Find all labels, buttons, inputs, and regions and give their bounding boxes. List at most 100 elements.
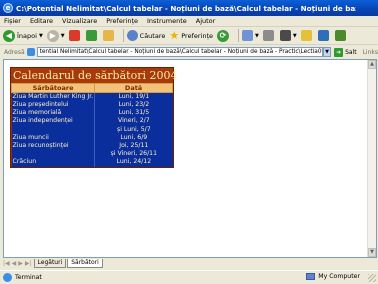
sheet-tab-links[interactable]: Legături xyxy=(33,258,67,268)
back-label: Înapoi xyxy=(17,31,37,40)
address-dropdown[interactable]: ▼ xyxy=(323,47,332,57)
status-text: Terminat xyxy=(15,274,42,281)
research-button[interactable] xyxy=(334,28,348,43)
sheet-tab-bar: |◀ ◀ ▶ ▶| Legături Sărbători xyxy=(3,258,377,268)
scroll-down-button[interactable]: ▼ xyxy=(368,248,376,257)
table-row: Ziua președintelui Luni, 23/2 xyxy=(11,101,173,110)
toolbar: ◀ Înapoi ▼ ▶ ▼ Căutare ★ Preferințe ⟳ ▼ … xyxy=(0,27,378,45)
prev-sheet-icon[interactable]: ◀ xyxy=(12,260,17,267)
search-icon xyxy=(126,30,138,41)
chevron-down-icon: ▼ xyxy=(292,32,297,39)
column-header-date: Dată xyxy=(94,83,173,93)
ie-icon: e xyxy=(3,3,13,13)
first-sheet-icon[interactable]: |◀ xyxy=(3,260,10,267)
table-row: Ziua independenței Vineri, 2/7 xyxy=(11,117,173,126)
menu-help[interactable]: Ajutor xyxy=(196,17,216,25)
table-row: și Luni, 5/7 xyxy=(11,125,173,134)
print-button[interactable] xyxy=(262,28,276,43)
page-content: Calendarul de sărbători 2004 Sărbătoare … xyxy=(3,59,377,258)
go-button[interactable]: ➜ Salt xyxy=(334,47,357,57)
address-label: Adresă xyxy=(4,48,25,56)
menu-view[interactable]: Vizualizare xyxy=(62,17,97,25)
page-done-icon xyxy=(3,273,12,282)
history-button[interactable]: ⟳ xyxy=(217,28,231,43)
search-label: Căutare xyxy=(139,31,166,40)
zone-label: My Computer xyxy=(318,273,360,280)
menu-file[interactable]: Fișier xyxy=(4,17,21,25)
toolbar-separator xyxy=(238,29,240,42)
chevron-down-icon: ▼ xyxy=(255,32,259,39)
table-row: Ziua Martin Luther King Jr. Luni, 19/1 xyxy=(11,92,173,101)
title-bar: e C:\Potential Nelimitat\Calcul tabelar … xyxy=(0,0,378,16)
research-icon xyxy=(334,30,346,41)
holiday-date: Vineri, 2/7 xyxy=(94,117,173,126)
status-bar: Terminat My Computer xyxy=(0,270,378,284)
menu-favorites[interactable]: Preferințe xyxy=(106,17,138,25)
holiday-date: și Luni, 5/7 xyxy=(94,125,173,134)
discuss-button[interactable] xyxy=(300,28,314,43)
holiday-name xyxy=(11,150,95,159)
holiday-date: Luni, 23/2 xyxy=(94,101,173,110)
back-button[interactable]: ◀ Înapoi ▼ xyxy=(3,28,43,43)
sheet-tab-holidays[interactable]: Sărbători xyxy=(67,258,103,268)
address-bar: Adresă tential Nelimitat\Calcul tabelar … xyxy=(0,46,378,58)
window-title: C:\Potential Nelimitat\Calcul tabelar - … xyxy=(16,3,356,13)
vertical-scrollbar[interactable]: ▲ ▼ xyxy=(367,60,376,257)
links-toolbar[interactable]: Links xyxy=(363,49,378,56)
mail-button[interactable]: ▼ xyxy=(242,28,259,43)
history-icon: ⟳ xyxy=(217,29,230,42)
refresh-button[interactable] xyxy=(85,28,99,43)
favorites-button[interactable]: ★ Preferințe xyxy=(169,28,213,43)
holiday-name xyxy=(11,125,95,134)
discuss-icon xyxy=(300,30,312,41)
holiday-date: Joi, 25/11 xyxy=(94,141,173,151)
table-row: Ziua recunoștinței Joi, 25/11 xyxy=(11,141,173,151)
search-button[interactable]: Căutare xyxy=(126,28,166,43)
calendar-table: Sărbătoare Dată Ziua Martin Luther King … xyxy=(10,83,173,167)
table-row: și Vineri, 26/11 xyxy=(11,150,173,159)
holiday-name: Ziua recunoștinței xyxy=(11,141,95,151)
edit-icon xyxy=(279,30,291,41)
table-row: Crăciun Luni, 24/12 xyxy=(11,158,173,167)
print-icon xyxy=(262,30,274,41)
forward-arrow-icon: ▶ xyxy=(46,29,59,42)
go-arrow-icon: ➜ xyxy=(334,47,344,57)
messenger-icon xyxy=(317,30,329,41)
favorites-label: Preferințe xyxy=(181,31,214,40)
holiday-name: Ziua memorială xyxy=(11,109,95,118)
holiday-date: Luni, 31/5 xyxy=(94,109,173,118)
holiday-name: Ziua muncii xyxy=(11,133,95,142)
messenger-button[interactable] xyxy=(317,28,331,43)
chevron-down-icon: ▼ xyxy=(38,32,43,39)
last-sheet-icon[interactable]: ▶| xyxy=(25,260,32,267)
table-row: Ziua memorială Luni, 31/5 xyxy=(11,109,173,118)
menu-tools[interactable]: Instrumente xyxy=(147,17,187,25)
next-sheet-icon[interactable]: ▶ xyxy=(18,260,23,267)
holiday-date: Luni, 19/1 xyxy=(94,92,173,101)
page-icon xyxy=(26,48,35,56)
edit-button[interactable]: ▼ xyxy=(279,28,297,43)
holiday-name: Crăciun xyxy=(11,158,95,167)
stop-icon xyxy=(68,30,80,41)
refresh-icon xyxy=(85,30,97,41)
back-arrow-icon: ◀ xyxy=(3,29,15,42)
forward-button[interactable]: ▶ ▼ xyxy=(46,28,65,43)
holiday-calendar: Calendarul de sărbători 2004 Sărbătoare … xyxy=(10,67,178,168)
stop-button[interactable] xyxy=(68,28,82,43)
holiday-date: și Vineri, 26/11 xyxy=(94,150,173,159)
holiday-date: Luni, 24/12 xyxy=(94,158,173,167)
calendar-title: Calendarul de sărbători 2004 xyxy=(11,68,178,83)
go-label: Salt xyxy=(345,48,357,56)
mail-icon xyxy=(242,30,254,41)
table-row: Ziua muncii Luni, 6/9 xyxy=(11,133,173,142)
address-input[interactable]: tential Nelimitat\Calcul tabelar - Noțiu… xyxy=(36,47,324,57)
holiday-name: Ziua independenței xyxy=(11,117,95,126)
home-icon xyxy=(102,30,114,41)
home-button[interactable] xyxy=(102,28,116,43)
toolbar-separator xyxy=(122,29,124,42)
resize-grip[interactable] xyxy=(368,274,376,282)
holiday-date: Luni, 6/9 xyxy=(94,133,173,142)
menu-bar: Fișier Editare Vizualizare Preferințe In… xyxy=(0,16,378,27)
scroll-up-button[interactable]: ▲ xyxy=(368,60,376,69)
menu-edit[interactable]: Editare xyxy=(30,17,53,25)
